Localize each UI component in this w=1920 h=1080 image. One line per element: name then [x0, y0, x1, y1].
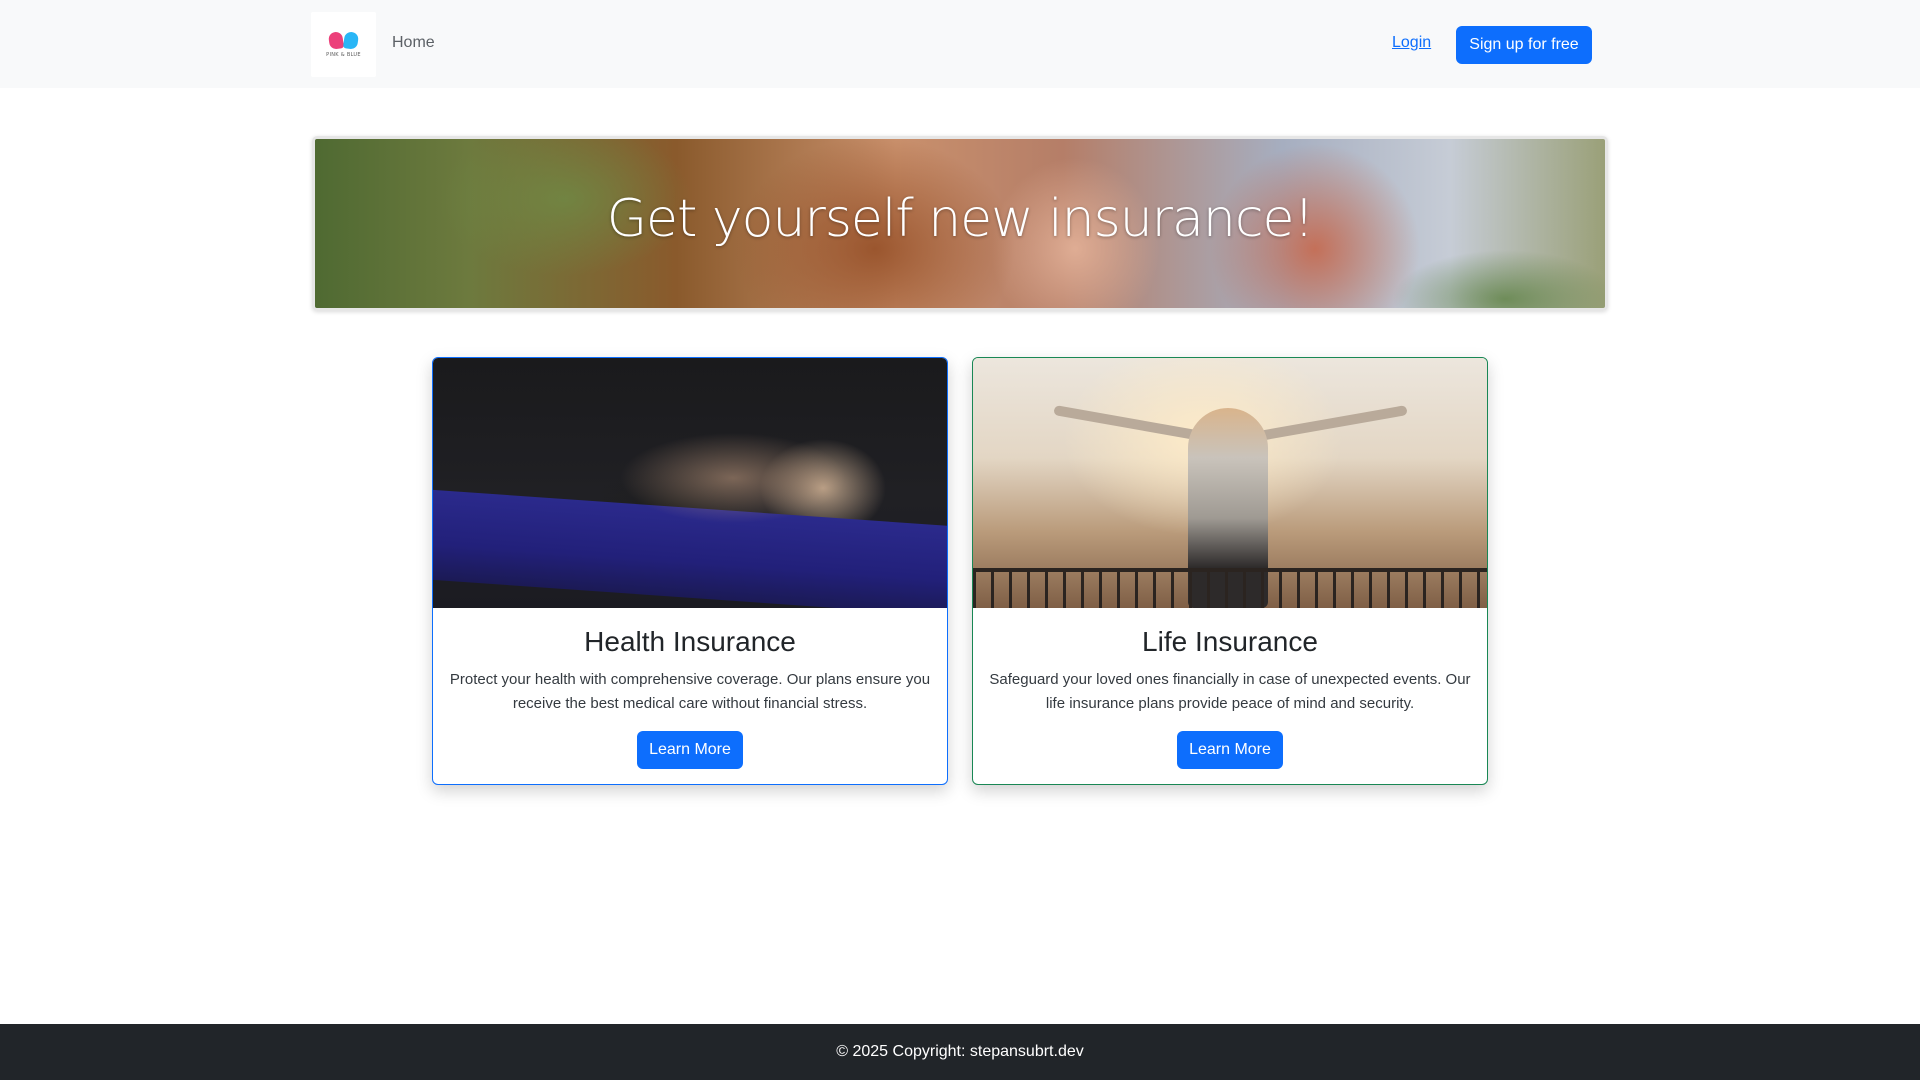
footer: © 2025 Copyright: stepansubrt.dev — [0, 1024, 1920, 1080]
life-insurance-image — [973, 358, 1487, 608]
card-text: Protect your health with comprehensive c… — [449, 671, 931, 712]
card-text: Safeguard your loved ones financially in… — [989, 671, 1471, 712]
life-insurance-card: Life Insurance Safeguard your loved ones… — [972, 357, 1488, 785]
footer-copyright: © 2025 Copyright: stepansubrt.dev — [836, 1043, 1084, 1060]
navbar: PINK & BLUE Home Login Sign up for free — [0, 0, 1920, 88]
login-link[interactable]: Login — [1392, 34, 1431, 52]
logo-text: PINK & BLUE — [326, 51, 361, 58]
heart-logo-icon — [327, 30, 360, 50]
card-title: Health Insurance — [584, 626, 796, 657]
brand-logo[interactable]: PINK & BLUE — [311, 12, 376, 77]
learn-more-button[interactable]: Learn More — [1177, 731, 1283, 769]
nav-link-home[interactable]: Home — [392, 34, 435, 52]
hero-banner: Get yourself new insurance! — [312, 136, 1608, 311]
health-insurance-card: Health Insurance Protect your health wit… — [432, 357, 948, 785]
card-title: Life Insurance — [1142, 626, 1318, 657]
hero-title: Get yourself new insurance! — [606, 189, 1315, 249]
signup-button[interactable]: Sign up for free — [1456, 26, 1592, 64]
health-insurance-image — [433, 358, 947, 608]
learn-more-button[interactable]: Learn More — [637, 731, 743, 769]
